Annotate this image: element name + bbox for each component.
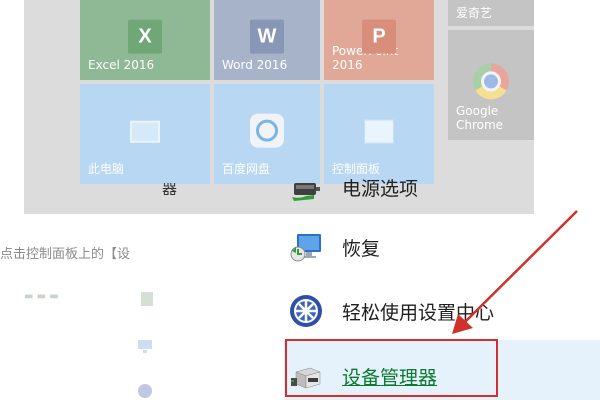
powerpoint-tile[interactable]: P PowerPoint 2016 <box>324 0 434 80</box>
ease-of-access-label: 轻松使用设置中心 <box>342 301 495 324</box>
start-menu-tiles: X Excel 2016 W Word 2016 P PowerPoint 20… <box>24 0 534 214</box>
iqiyi-tile-label: 爱奇艺 <box>456 6 493 20</box>
iqiyi-tile[interactable]: 爱奇艺 <box>448 0 534 26</box>
control-panel-icon <box>364 119 394 144</box>
chrome-tile-label: Google Chrome <box>456 104 504 132</box>
excel-icon: X <box>128 19 162 54</box>
this-pc-tile-label: 此电脑 <box>88 162 125 176</box>
recovery-label: 恢复 <box>342 237 381 260</box>
word-tile-label: Word 2016 <box>222 58 288 72</box>
computer-icon <box>130 120 160 143</box>
excel-tile[interactable]: X Excel 2016 <box>80 0 210 80</box>
power-options-item[interactable]: 电源选项 <box>288 169 418 205</box>
ease-of-access-icon <box>290 295 322 327</box>
excel-tile-label: Excel 2016 <box>88 58 155 72</box>
word-icon: W <box>250 19 284 54</box>
this-pc-tile[interactable]: 此电脑 <box>80 84 210 184</box>
powerpoint-icon: P <box>362 19 396 54</box>
instruction-text: 点击控制面板上的【设 <box>0 247 131 262</box>
annotation-highlight-box <box>285 339 498 397</box>
power-options-icon <box>292 183 320 201</box>
ease-of-access-item[interactable]: 轻松使用设置中心 <box>288 293 494 329</box>
faint-shortcut-icon <box>141 292 153 306</box>
partial-list-item: 器 <box>162 183 178 195</box>
chrome-tile[interactable]: Google Chrome <box>448 30 534 140</box>
recovery-item[interactable]: 恢复 <box>288 229 380 265</box>
recovery-icon <box>290 234 321 262</box>
baidu-cloud-icon <box>250 113 284 148</box>
faint-monitor-icon <box>138 340 152 353</box>
chrome-icon <box>473 63 509 100</box>
faint-label: ▬ ▬ ▬ <box>24 291 59 302</box>
faint-accessibility-icon <box>138 384 152 398</box>
word-tile[interactable]: W Word 2016 <box>214 0 320 80</box>
power-options-label: 电源选项 <box>342 177 419 200</box>
